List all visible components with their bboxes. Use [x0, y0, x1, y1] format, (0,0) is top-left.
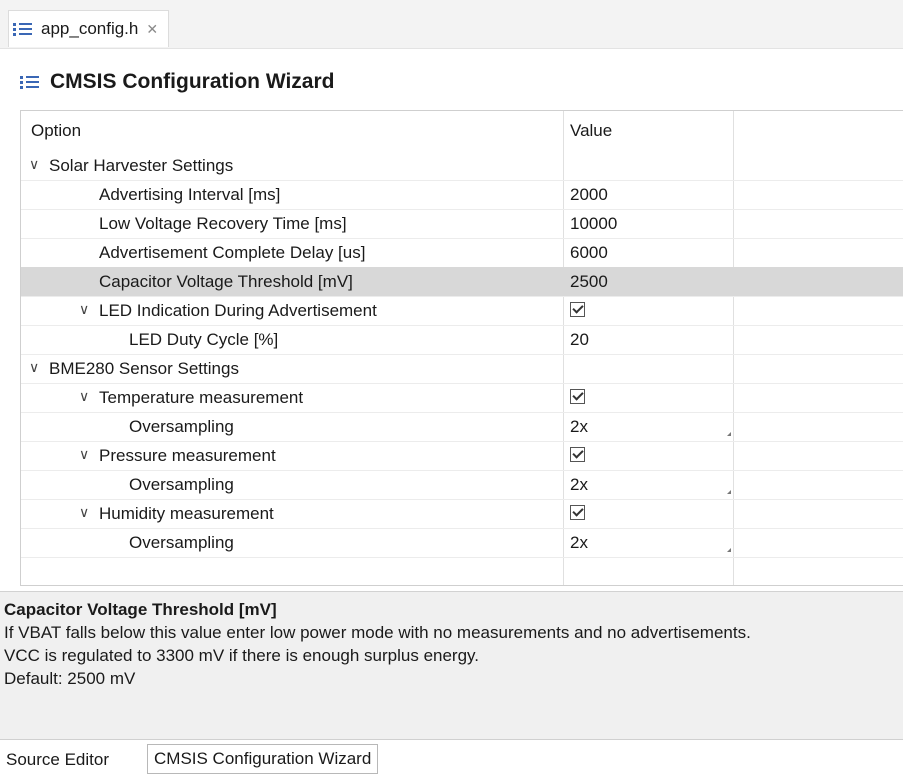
- description-line: Default: 2500 mV: [4, 669, 136, 688]
- checkbox-checked[interactable]: [570, 302, 585, 317]
- editor-tab-app-config[interactable]: app_config.h ✕: [8, 10, 170, 47]
- table-row[interactable]: ∨ Humidity measurement: [21, 499, 903, 529]
- option-value[interactable]: 2000: [570, 185, 608, 205]
- description-line: If VBAT falls below this value enter low…: [4, 623, 751, 642]
- option-label: Low Voltage Recovery Time [ms]: [99, 214, 347, 233]
- table-row-selected[interactable]: Capacitor Voltage Threshold [mV] 2500: [21, 267, 903, 297]
- table-row[interactable]: ∨ LED Indication During Advertisement: [21, 296, 903, 326]
- option-label: LED Duty Cycle [%]: [129, 330, 279, 349]
- option-value-dropdown[interactable]: 2x: [570, 475, 588, 495]
- option-value[interactable]: 10000: [570, 214, 617, 234]
- description-panel: Capacitor Voltage Threshold [mV] If VBAT…: [0, 591, 903, 740]
- close-icon[interactable]: ✕: [146, 21, 158, 38]
- option-label: Oversampling: [129, 417, 234, 436]
- checkbox-checked[interactable]: [570, 505, 585, 520]
- table-row[interactable]: Advertisement Complete Delay [us] 6000: [21, 238, 903, 268]
- table-row[interactable]: Advertising Interval [ms] 2000: [21, 180, 903, 210]
- option-value-dropdown[interactable]: 2x: [570, 533, 588, 553]
- option-label: Oversampling: [129, 533, 234, 552]
- chevron-down-icon[interactable]: ∨: [29, 359, 39, 376]
- wizard-title-text: CMSIS Configuration Wizard: [50, 70, 335, 93]
- description-line: VCC is regulated to 3300 mV if there is …: [4, 646, 480, 665]
- option-value[interactable]: 20: [570, 330, 589, 350]
- option-label: Temperature measurement: [99, 388, 304, 407]
- config-table: Option Value ∨ Solar Harvester Settings …: [20, 110, 903, 586]
- description-title: Capacitor Voltage Threshold [mV]: [4, 600, 277, 619]
- option-label: Advertisement Complete Delay [us]: [99, 243, 366, 262]
- checkbox-checked[interactable]: [570, 447, 585, 462]
- table-row[interactable]: LED Duty Cycle [%] 20: [21, 325, 903, 355]
- chevron-down-icon[interactable]: ∨: [79, 301, 89, 318]
- option-label: Advertising Interval [ms]: [99, 185, 281, 204]
- chevron-down-icon[interactable]: ∨: [79, 446, 89, 463]
- dropdown-corner-icon[interactable]: [727, 432, 731, 436]
- header-value: Value: [570, 121, 613, 140]
- option-label: Pressure measurement: [99, 446, 276, 465]
- option-label: BME280 Sensor Settings: [49, 359, 239, 378]
- option-value[interactable]: 2500: [570, 272, 608, 292]
- editor-tab-bar: app_config.h ✕: [0, 0, 903, 49]
- table-header: Option Value: [21, 111, 903, 151]
- chevron-down-icon[interactable]: ∨: [79, 388, 89, 405]
- table-row[interactable]: ∨ Solar Harvester Settings: [21, 151, 903, 181]
- tab-source-editor[interactable]: Source Editor: [0, 746, 115, 774]
- option-value[interactable]: 6000: [570, 243, 608, 263]
- option-label: LED Indication During Advertisement: [99, 301, 377, 320]
- tab-cmsis-wizard[interactable]: CMSIS Configuration Wizard: [147, 744, 379, 774]
- table-row[interactable]: ∨ Pressure measurement: [21, 441, 903, 471]
- list-icon: [13, 21, 33, 37]
- dropdown-corner-icon[interactable]: [727, 548, 731, 552]
- bottom-tab-bar: Source Editor CMSIS Configuration Wizard: [0, 739, 903, 780]
- table-row[interactable]: Oversampling 2x: [21, 412, 903, 442]
- table-row[interactable]: Oversampling 2x: [21, 528, 903, 558]
- option-value-dropdown[interactable]: 2x: [570, 417, 588, 437]
- list-icon: [20, 74, 40, 90]
- table-row[interactable]: ∨ BME280 Sensor Settings: [21, 354, 903, 384]
- option-label: Solar Harvester Settings: [49, 156, 234, 175]
- table-row[interactable]: Oversampling 2x: [21, 470, 903, 500]
- header-option: Option: [31, 121, 82, 140]
- checkbox-checked[interactable]: [570, 389, 585, 404]
- chevron-down-icon[interactable]: ∨: [79, 504, 89, 521]
- editor-tab-title: app_config.h: [41, 19, 139, 38]
- option-label: Oversampling: [129, 475, 234, 494]
- dropdown-corner-icon[interactable]: [727, 490, 731, 494]
- chevron-down-icon[interactable]: ∨: [29, 156, 39, 173]
- option-label: Humidity measurement: [99, 504, 274, 523]
- table-row[interactable]: Low Voltage Recovery Time [ms] 10000: [21, 209, 903, 239]
- option-label: Capacitor Voltage Threshold [mV]: [99, 272, 353, 291]
- wizard-title: CMSIS Configuration Wizard: [20, 70, 334, 94]
- table-row[interactable]: ∨ Temperature measurement: [21, 383, 903, 413]
